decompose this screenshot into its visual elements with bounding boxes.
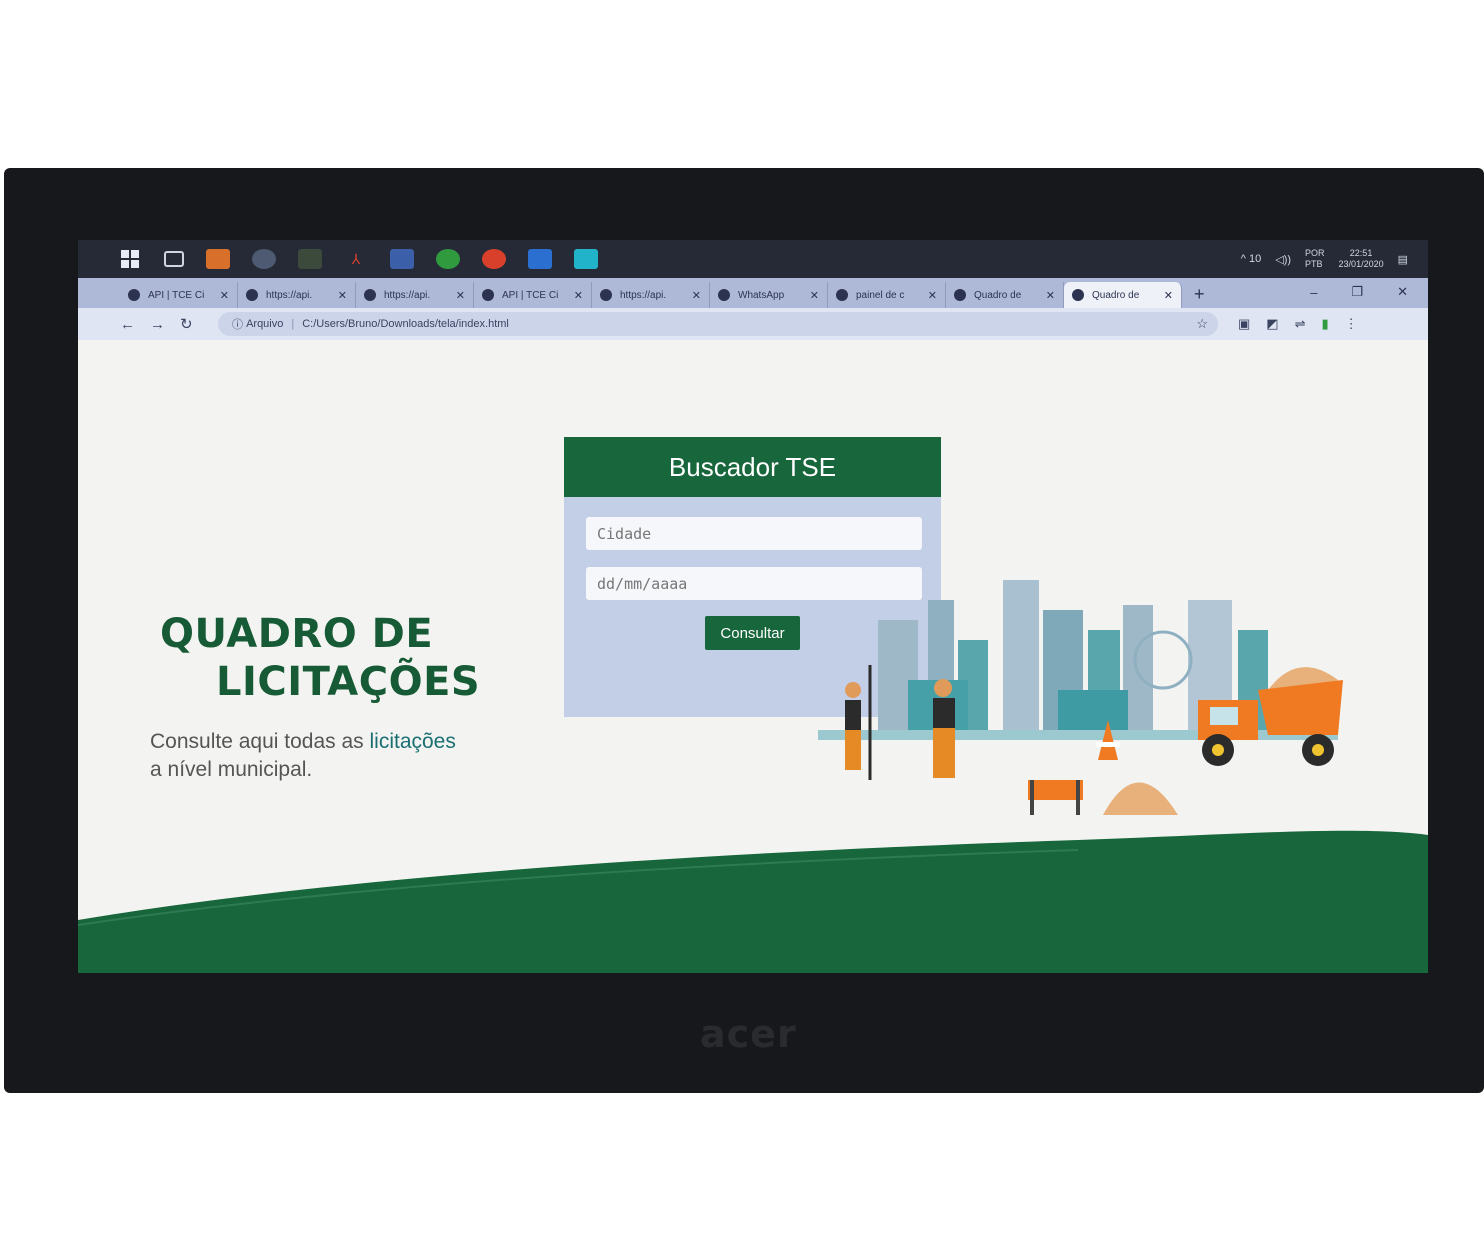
extension-icon[interactable]: ▮ — [1322, 316, 1329, 332]
app-icon[interactable] — [252, 249, 276, 269]
tab-label: API | TCE Ci — [148, 289, 205, 301]
tab-favicon-icon — [482, 289, 494, 301]
close-tab-icon[interactable]: ✕ — [220, 289, 229, 302]
close-tab-icon[interactable]: ✕ — [1046, 289, 1055, 302]
tab-label: https://api. — [266, 289, 313, 301]
clock-time: 22:51 — [1349, 248, 1373, 258]
footer-wave — [78, 830, 1428, 973]
app-icon[interactable] — [298, 249, 322, 269]
app-icon[interactable] — [574, 249, 598, 269]
clock-date: 23/01/2020 — [1338, 259, 1384, 269]
tab-favicon-icon — [718, 289, 730, 301]
close-tab-icon[interactable]: ✕ — [574, 289, 583, 302]
tab-favicon-icon — [128, 289, 140, 301]
tab-favicon-icon — [600, 289, 612, 301]
browser-tab[interactable]: API | TCE Ci ✕ — [120, 282, 238, 308]
page-title: QUADRO DE LICITAÇÕES — [160, 610, 480, 706]
new-tab-button[interactable]: + — [1194, 282, 1205, 308]
close-tab-icon[interactable]: ✕ — [928, 289, 937, 302]
laptop-brand-logo: acer — [700, 1012, 797, 1056]
tab-label: WhatsApp — [738, 289, 785, 301]
windows-taskbar: ⅄ ^ 10 ◁)) POR PTB 22:51 23/01/2020 ▤ — [78, 240, 1428, 278]
city-input[interactable] — [586, 517, 922, 550]
lang-top: POR — [1305, 248, 1325, 258]
tab-label: https://api. — [384, 289, 431, 301]
extension-icon[interactable]: ⇌ — [1295, 316, 1306, 332]
browser-tab[interactable]: painel de c ✕ — [828, 282, 946, 308]
page-title-line-2: LICITAÇÕES — [216, 659, 481, 705]
app-icon[interactable] — [390, 249, 414, 269]
notifications-icon[interactable]: ▤ — [1398, 253, 1408, 266]
construction-city-illustration — [818, 580, 1343, 815]
restore-icon[interactable]: ❐ — [1351, 284, 1363, 300]
lang-bottom: PTB — [1305, 259, 1323, 269]
minimize-icon[interactable]: – — [1310, 285, 1317, 300]
consultar-button[interactable]: Consultar — [705, 616, 800, 650]
browser-tab-active[interactable]: Quadro de ✕ — [1064, 282, 1182, 308]
close-tab-icon[interactable]: ✕ — [692, 289, 701, 302]
laptop-screen: ⅄ ^ 10 ◁)) POR PTB 22:51 23/01/2020 ▤ AP… — [78, 240, 1428, 973]
tab-favicon-icon — [836, 289, 848, 301]
vscode-icon[interactable] — [528, 249, 552, 269]
task-view-icon[interactable] — [164, 251, 184, 267]
extensions-area: ▣ ◩ ⇌ ▮ ⋮ — [1238, 316, 1358, 332]
system-tray: ^ 10 ◁)) POR PTB 22:51 23/01/2020 ▤ — [1241, 240, 1408, 278]
browser-tab[interactable]: https://api. ✕ — [592, 282, 710, 308]
pdf-reader-icon[interactable]: ⅄ — [344, 249, 368, 269]
close-tab-icon[interactable]: ✕ — [810, 289, 819, 302]
web-page: QUADRO DE LICITAÇÕES Consulte aqui todas… — [78, 340, 1428, 973]
page-title-line-1: QUADRO DE — [160, 611, 434, 657]
tab-favicon-icon — [954, 289, 966, 301]
file-explorer-icon[interactable] — [206, 249, 230, 269]
close-tab-icon[interactable]: ✕ — [338, 289, 347, 302]
search-card-title: Buscador TSE — [564, 437, 941, 497]
browser-tab[interactable]: Quadro de ✕ — [946, 282, 1064, 308]
window-controls: – ❐ ✕ — [1310, 278, 1408, 306]
address-protocol: Arquivo — [246, 318, 284, 330]
language-indicator[interactable]: POR PTB — [1305, 248, 1325, 270]
photo-background: acer ⅄ ^ 10 ◁)) POR PTB 22:51 23/01/2020… — [0, 0, 1484, 1252]
tab-favicon-icon — [246, 289, 258, 301]
tray-indicators[interactable]: ^ 10 — [1241, 253, 1261, 265]
page-subtitle: Consulte aqui todas as licitações a níve… — [150, 728, 510, 784]
back-icon[interactable]: ← — [120, 316, 150, 333]
windows-start-icon[interactable] — [118, 249, 142, 269]
address-separator: | — [291, 318, 295, 330]
address-bar[interactable]: ⓘ Arquivo | C:/Users/Bruno/Downloads/tel… — [218, 312, 1218, 336]
info-icon[interactable]: ⓘ — [232, 316, 243, 332]
menu-kebab-icon[interactable]: ⋮ — [1345, 316, 1358, 332]
tab-label: painel de c — [856, 289, 905, 301]
tab-label: Quadro de — [974, 289, 1022, 301]
bookmark-star-icon[interactable]: ☆ — [1196, 316, 1218, 332]
browser-tab-strip: API | TCE Ci ✕ https://api. ✕ https://api.… — [78, 278, 1428, 308]
browser-tab[interactable]: https://api. ✕ — [356, 282, 474, 308]
browser-toolbar: ← → ↻ ⓘ Arquivo | C:/Users/Bruno/Downloa… — [78, 308, 1428, 340]
tab-favicon-icon — [1072, 289, 1084, 301]
clock[interactable]: 22:51 23/01/2020 — [1339, 248, 1384, 270]
worker-figure — [845, 665, 872, 780]
city-skyline — [818, 580, 1338, 740]
volume-icon[interactable]: ◁)) — [1275, 253, 1291, 266]
spotify-icon[interactable] — [436, 249, 460, 269]
close-window-icon[interactable]: ✕ — [1397, 284, 1408, 300]
subtitle-text: Consulte aqui todas as — [150, 730, 364, 753]
subtitle-text-2: a nível municipal. — [150, 758, 313, 781]
browser-tab[interactable]: API | TCE Ci ✕ — [474, 282, 592, 308]
forward-icon[interactable]: → — [150, 316, 180, 333]
address-url: C:/Users/Bruno/Downloads/tela/index.html — [302, 318, 509, 330]
subtitle-highlight: licitações — [369, 730, 456, 753]
tab-label: https://api. — [620, 289, 667, 301]
extension-icon[interactable]: ◩ — [1266, 316, 1278, 332]
tab-label: API | TCE Ci — [502, 289, 559, 301]
reload-icon[interactable]: ↻ — [180, 315, 210, 333]
chrome-icon[interactable] — [482, 249, 506, 269]
close-tab-icon[interactable]: ✕ — [1164, 289, 1173, 302]
tab-label: Quadro de — [1092, 289, 1140, 301]
close-tab-icon[interactable]: ✕ — [456, 289, 465, 302]
tab-favicon-icon — [364, 289, 376, 301]
extension-icon[interactable]: ▣ — [1238, 316, 1250, 332]
browser-tab[interactable]: https://api. ✕ — [238, 282, 356, 308]
browser-tab[interactable]: WhatsApp ✕ — [710, 282, 828, 308]
